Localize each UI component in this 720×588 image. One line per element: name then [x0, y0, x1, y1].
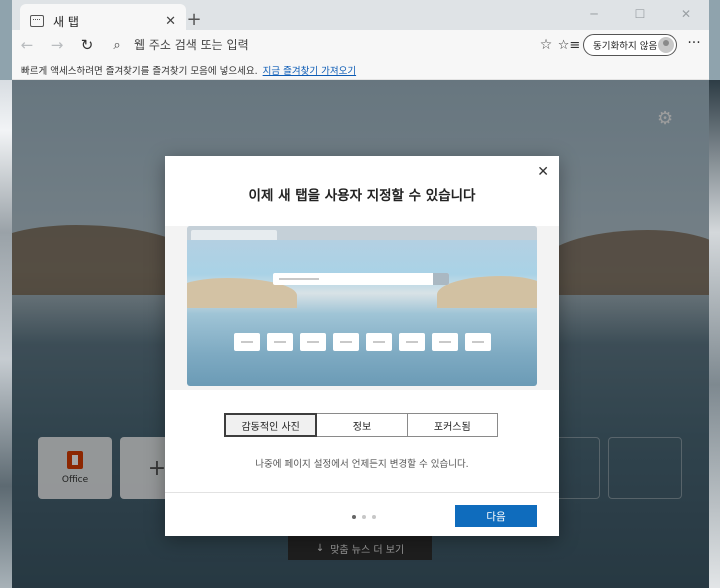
import-favorites-link[interactable]: 지금 즐겨찾기 가져오기 — [263, 63, 356, 77]
preview-tile — [300, 333, 326, 351]
preview-tile — [465, 333, 491, 351]
preview-tile — [333, 333, 359, 351]
page-indicator — [352, 515, 376, 519]
option-inspirational[interactable]: 감동적인 사진 — [224, 413, 318, 437]
back-button[interactable]: ← — [12, 30, 42, 60]
address-input[interactable] — [126, 38, 536, 52]
toolbar: ← → ↻ ⌕ ☆ ☆≡ 동기화하지 않음 ··· — [12, 30, 709, 60]
search-icon: ⌕ — [113, 37, 121, 53]
profile-sync-button[interactable]: 동기화하지 않음 — [583, 34, 677, 56]
customize-new-tab-dialog: ✕ 이제 새 탭을 사용자 지정할 수 있습니다 감동적인 사진 정보 포커스됨… — [165, 156, 559, 536]
preview-tiles — [234, 333, 491, 351]
option-focused[interactable]: 포커스됨 — [407, 414, 497, 436]
dialog-title: 이제 새 탭을 사용자 지정할 수 있습니다 — [248, 188, 476, 204]
preview-hill-right — [437, 276, 537, 308]
preview-search-button — [433, 273, 449, 285]
preview-tile — [366, 333, 392, 351]
favorite-star-icon[interactable]: ☆ — [536, 37, 556, 53]
page-dot — [372, 515, 376, 519]
favorites-bar: 빠르게 액세스하려면 즐겨찾기를 즐겨찾기 모음에 넣으세요. 지금 즐겨찾기 … — [12, 60, 709, 80]
close-window-button[interactable]: ✕ — [663, 0, 709, 28]
refresh-button[interactable]: ↻ — [72, 30, 102, 60]
new-tab-button[interactable]: + — [182, 9, 206, 30]
browser-window: 새 탭 ✕ + ─ ☐ ✕ ← → ↻ ⌕ ☆ ☆≡ 동기화하지 않음 ··· … — [12, 0, 709, 588]
close-icon[interactable]: ✕ — [537, 164, 549, 180]
preview-search-box — [273, 273, 449, 285]
dialog-note: 나중에 페이지 설정에서 언제든지 변경할 수 있습니다. — [255, 459, 469, 470]
preview-tile — [432, 333, 458, 351]
layout-preview-area — [165, 226, 559, 390]
layout-preview-image — [187, 226, 537, 386]
favorites-message: 빠르게 액세스하려면 즐겨찾기를 즐겨찾기 모음에 넣으세요. — [21, 65, 258, 77]
avatar — [658, 37, 674, 53]
tab-close-icon[interactable]: ✕ — [165, 14, 176, 29]
tab-title: 새 탭 — [53, 14, 79, 29]
more-menu-button[interactable]: ··· — [682, 33, 706, 57]
window-controls: ─ ☐ ✕ — [571, 0, 709, 28]
desktop-background-left — [0, 80, 12, 588]
desktop-background-right — [708, 80, 720, 588]
next-button[interactable]: 다음 — [455, 505, 537, 527]
page-dot-active — [352, 515, 356, 519]
maximize-button[interactable]: ☐ — [617, 0, 663, 28]
preview-tile — [234, 333, 260, 351]
address-bar[interactable]: ⌕ ☆ — [108, 33, 556, 57]
page-dot — [362, 515, 366, 519]
preview-tile — [399, 333, 425, 351]
new-tab-favicon-icon — [30, 15, 44, 27]
minimize-button[interactable]: ─ — [571, 0, 617, 28]
sync-label: 동기화하지 않음 — [593, 41, 658, 52]
preview-tile — [267, 333, 293, 351]
forward-button[interactable]: → — [42, 30, 72, 60]
option-informational[interactable]: 정보 — [317, 414, 408, 436]
preview-tab — [191, 230, 277, 240]
layout-option-group: 감동적인 사진 정보 포커스됨 — [224, 413, 498, 437]
favorites-list-icon[interactable]: ☆≡ — [557, 33, 581, 57]
dialog-footer: 다음 — [165, 492, 559, 536]
